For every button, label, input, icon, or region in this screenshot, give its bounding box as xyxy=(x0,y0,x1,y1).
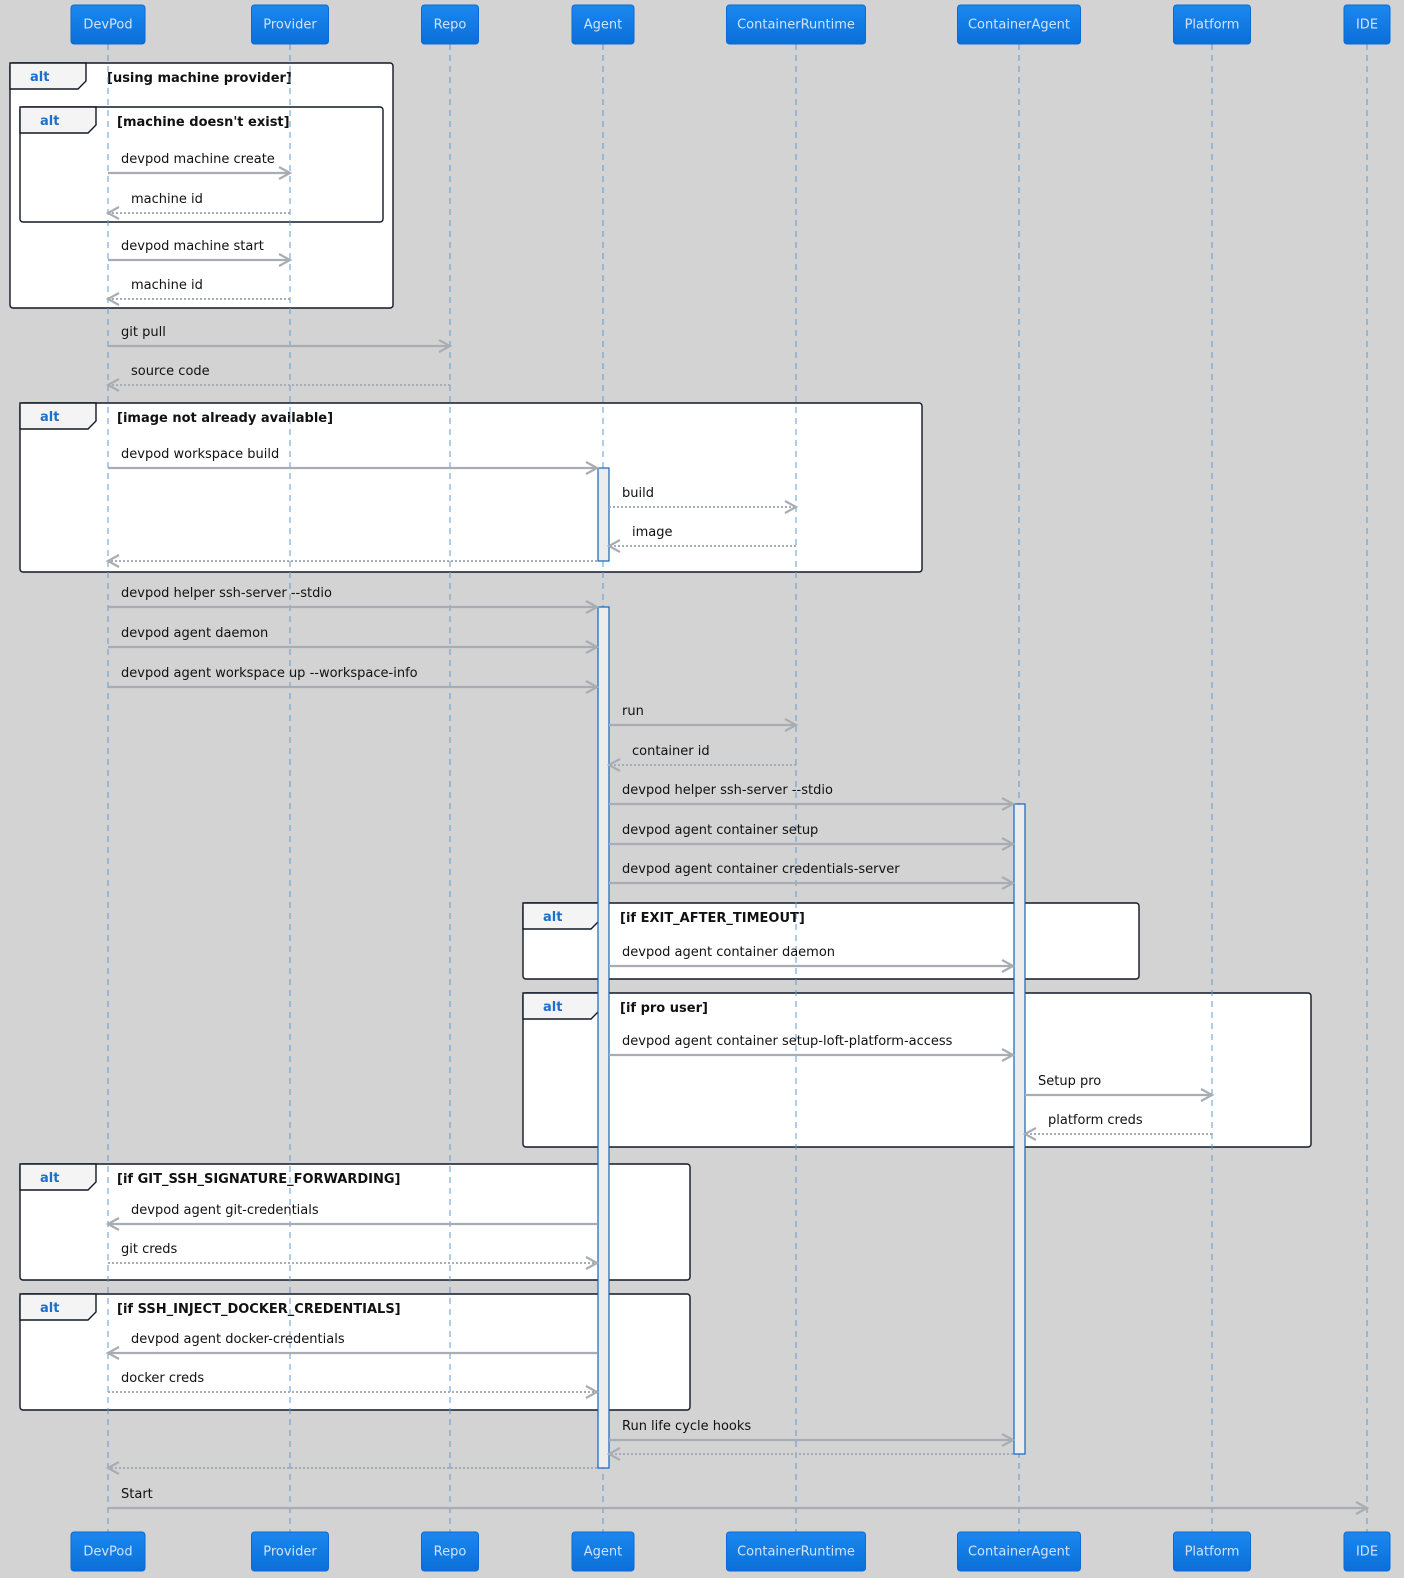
participant-label: Agent xyxy=(584,18,622,33)
alt-frame-keyword: alt xyxy=(40,410,59,425)
participant-label: ContainerRuntime xyxy=(737,1545,855,1560)
message-label: run xyxy=(622,704,644,719)
message-label: git creds xyxy=(121,1242,178,1257)
alt-frame-condition: [if pro user] xyxy=(620,1001,708,1016)
alt-frame-keyword: alt xyxy=(30,70,49,85)
message-label: devpod agent container credentials-serve… xyxy=(622,862,900,877)
message-label: devpod helper ssh-server --stdio xyxy=(622,783,833,798)
message: devpod helper ssh-server --stdio xyxy=(609,783,1016,811)
message: Start xyxy=(108,1487,1370,1515)
message: git pull xyxy=(108,325,453,353)
message-label: devpod agent container daemon xyxy=(622,945,835,960)
participant-label: ContainerAgent xyxy=(968,1545,1070,1560)
participant-devpod-bottom[interactable]: DevPod xyxy=(70,1531,146,1572)
participant-label: DevPod xyxy=(83,18,132,33)
message-label: devpod agent container setup xyxy=(622,823,818,838)
participant-platform-bottom[interactable]: Platform xyxy=(1173,1531,1251,1572)
message: devpod agent daemon xyxy=(108,626,600,654)
alt-frame-keyword: alt xyxy=(40,114,59,129)
message-label: devpod agent workspace up --workspace-in… xyxy=(121,666,418,681)
participant-label: Provider xyxy=(263,18,317,33)
participant-label: Repo xyxy=(434,1545,467,1560)
alt-frame-condition: [if GIT_SSH_SIGNATURE_FORWARDING] xyxy=(117,1172,400,1187)
message-label: devpod machine create xyxy=(121,152,275,167)
message-label: devpod agent docker-credentials xyxy=(131,1332,345,1347)
message-label: machine id xyxy=(131,278,203,293)
message: devpod agent workspace up --workspace-in… xyxy=(108,666,600,694)
message-label: container id xyxy=(632,744,710,759)
message: container id xyxy=(606,744,796,772)
alt-frame-keyword: alt xyxy=(40,1171,59,1186)
activation-bar xyxy=(1013,803,1026,1455)
alt-frame-condition: [using machine provider] xyxy=(107,71,292,86)
alt-frame-border xyxy=(522,902,1140,980)
message-label: Run life cycle hooks xyxy=(622,1419,751,1434)
alt-frame-condition: [if SSH_INJECT_DOCKER_CREDENTIALS] xyxy=(117,1302,401,1317)
message xyxy=(105,1461,597,1475)
alt-frame-keyword: alt xyxy=(40,1301,59,1316)
message-label: build xyxy=(622,486,654,501)
message-label: devpod machine start xyxy=(121,239,264,254)
message: run xyxy=(609,704,799,732)
participant-label: Repo xyxy=(434,18,467,33)
participant-repo-bottom[interactable]: Repo xyxy=(421,1531,479,1572)
alt-frame-condition: [image not already available] xyxy=(117,411,333,426)
message: devpod helper ssh-server --stdio xyxy=(108,586,600,614)
participant-containeragent-top[interactable]: ContainerAgent xyxy=(957,4,1081,45)
participant-agent-bottom[interactable]: Agent xyxy=(571,1531,635,1572)
message-label: git pull xyxy=(121,325,166,340)
participant-label: ContainerRuntime xyxy=(737,18,855,33)
participant-containerruntime-bottom[interactable]: ContainerRuntime xyxy=(726,1531,866,1572)
alt-frame-border xyxy=(522,992,1312,1148)
message: devpod agent container setup xyxy=(609,823,1016,851)
message-label: machine id xyxy=(131,192,203,207)
participant-repo-top[interactable]: Repo xyxy=(421,4,479,45)
activation-bar xyxy=(597,467,610,562)
sequence-diagram: alt [using machine provider] alt [machine d… xyxy=(9,4,1391,1572)
participant-ide-bottom[interactable]: IDE xyxy=(1343,1531,1391,1572)
alt-frame-condition: [machine doesn't exist] xyxy=(117,115,290,130)
participant-label: IDE xyxy=(1356,1545,1378,1560)
alt-frame-keyword: alt xyxy=(543,1000,562,1015)
message-label: devpod agent container setup-loft-platfo… xyxy=(622,1034,953,1049)
activation-bar xyxy=(597,606,610,1469)
message: Run life cycle hooks xyxy=(609,1419,1016,1447)
participant-platform-top[interactable]: Platform xyxy=(1173,4,1251,45)
participant-containerruntime-top[interactable]: ContainerRuntime xyxy=(726,4,866,45)
message-label: Start xyxy=(121,1487,153,1502)
participant-label: DevPod xyxy=(83,1545,132,1560)
message-label: docker creds xyxy=(121,1371,204,1386)
participant-label: Platform xyxy=(1185,1545,1240,1560)
message xyxy=(606,1447,1013,1461)
participant-provider-bottom[interactable]: Provider xyxy=(251,1531,329,1572)
message-label: Setup pro xyxy=(1038,1074,1101,1089)
participant-label: Agent xyxy=(584,1545,622,1560)
message-label: devpod helper ssh-server --stdio xyxy=(121,586,332,601)
message-label: image xyxy=(632,525,673,540)
participant-provider-top[interactable]: Provider xyxy=(251,4,329,45)
message: source code xyxy=(105,364,450,392)
participant-label: Provider xyxy=(263,1545,317,1560)
participant-label: IDE xyxy=(1356,18,1378,33)
alt-frame: alt [if pro user] xyxy=(522,992,1312,1148)
arrowhead-icon xyxy=(606,1447,621,1461)
participant-label: Platform xyxy=(1185,18,1240,33)
message-label: platform creds xyxy=(1048,1113,1143,1128)
participant-agent-top[interactable]: Agent xyxy=(571,4,635,45)
alt-frame: alt [if EXIT_AFTER_TIMEOUT] xyxy=(522,902,1140,980)
participant-devpod-top[interactable]: DevPod xyxy=(70,4,146,45)
message-label: devpod workspace build xyxy=(121,447,279,462)
message-label: devpod agent git-credentials xyxy=(131,1203,319,1218)
participant-label: ContainerAgent xyxy=(968,18,1070,33)
arrowhead-icon xyxy=(105,1461,120,1475)
alt-frame-condition: [if EXIT_AFTER_TIMEOUT] xyxy=(620,911,805,926)
participant-ide-top[interactable]: IDE xyxy=(1343,4,1391,45)
message-label: devpod agent daemon xyxy=(121,626,268,641)
message: devpod agent container credentials-serve… xyxy=(609,862,1016,890)
message-label: source code xyxy=(131,364,210,379)
participant-containeragent-bottom[interactable]: ContainerAgent xyxy=(957,1531,1081,1572)
alt-frame-keyword: alt xyxy=(543,910,562,925)
